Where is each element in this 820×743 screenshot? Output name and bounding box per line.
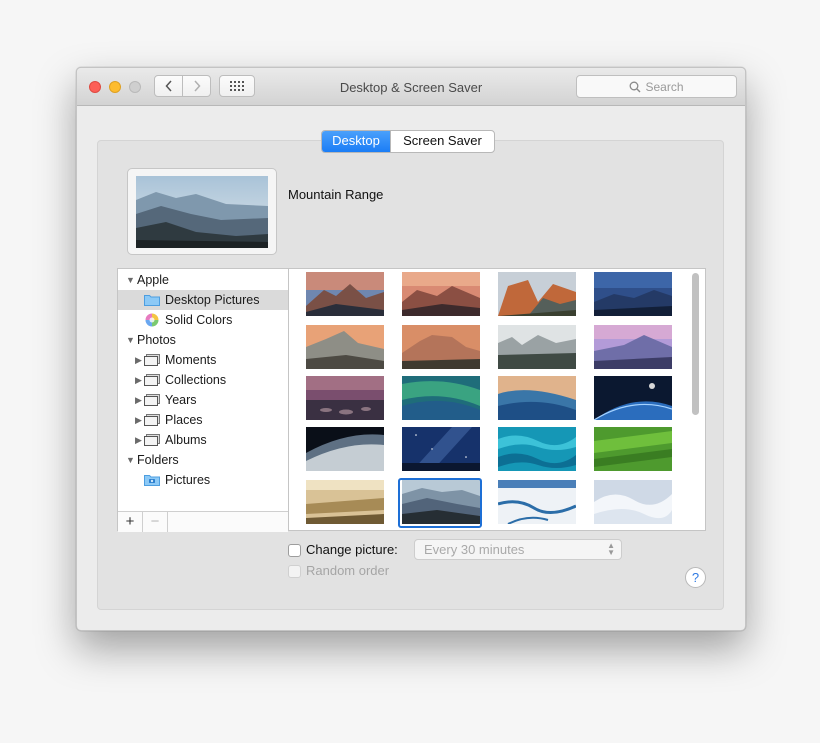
color-wheel-icon: [145, 313, 159, 327]
system-preferences-window: Desktop & Screen Saver Search Desktop Sc…: [76, 67, 746, 631]
search-field[interactable]: Search: [576, 75, 737, 98]
wallpaper-thumb[interactable]: [594, 325, 672, 369]
disclosure-closed-icon[interactable]: ▶: [135, 390, 142, 410]
sidebar-item-albums[interactable]: ▶ Albums: [118, 430, 288, 450]
sidebar-item-label: Pictures: [165, 473, 211, 487]
help-button[interactable]: ?: [685, 567, 706, 588]
group-label: Apple: [137, 273, 169, 287]
folder-icon: [144, 295, 160, 306]
group-photos[interactable]: ▼ Photos: [118, 330, 288, 350]
camera-folder-icon: [144, 475, 160, 486]
disclosure-closed-icon[interactable]: ▶: [135, 370, 142, 390]
tab-screen-saver[interactable]: Screen Saver: [390, 131, 494, 152]
search-icon: [630, 81, 641, 92]
sidebar-item-solid-colors[interactable]: Solid Colors: [118, 310, 288, 330]
wallpaper-thumb[interactable]: [498, 376, 576, 420]
search-placeholder: Search: [645, 79, 684, 94]
group-apple[interactable]: ▼ Apple: [118, 270, 288, 290]
sidebar-item-collections[interactable]: ▶ Collections: [118, 370, 288, 390]
disclosure-closed-icon[interactable]: ▶: [135, 430, 142, 450]
sidebar-item-label: Solid Colors: [165, 313, 233, 327]
random-order-checkbox[interactable]: [288, 565, 301, 578]
sidebar-item-years[interactable]: ▶ Years: [118, 390, 288, 410]
wallpaper-thumb[interactable]: [594, 272, 672, 316]
disclosure-open-icon[interactable]: ▼: [126, 270, 135, 290]
mountain-range-image: [136, 176, 268, 248]
sidebar-item-desktop-pictures[interactable]: Desktop Pictures: [118, 290, 288, 310]
wallpaper-thumb[interactable]: [402, 427, 480, 471]
disclosure-closed-icon[interactable]: ▶: [135, 350, 142, 370]
wallpaper-thumb[interactable]: [594, 376, 672, 420]
group-folders[interactable]: ▼ Folders: [118, 450, 288, 470]
photo-stack-icon: [144, 434, 160, 446]
sidebar-item-moments[interactable]: ▶ Moments: [118, 350, 288, 370]
tab-desktop[interactable]: Desktop: [322, 131, 390, 152]
interval-value: Every 30 minutes: [424, 542, 525, 557]
wallpaper-thumb[interactable]: [306, 325, 384, 369]
photo-stack-icon: [144, 354, 160, 366]
sidebar-item-pictures[interactable]: Pictures: [118, 470, 288, 490]
wallpaper-thumb[interactable]: [498, 325, 576, 369]
sidebar-item-label: Years: [165, 393, 197, 407]
tab-control: Desktop Screen Saver: [321, 130, 495, 153]
wallpaper-thumb[interactable]: [306, 480, 384, 524]
wallpaper-thumb[interactable]: [498, 427, 576, 471]
wallpaper-grid: [288, 268, 706, 531]
selected-wallpaper-outline: [398, 478, 482, 528]
scrollbar-thumb[interactable]: [692, 273, 699, 415]
sidebar-item-label: Albums: [165, 433, 207, 447]
disclosure-closed-icon[interactable]: ▶: [135, 410, 142, 430]
stepper-arrows-icon: ▲ ▼: [607, 541, 615, 557]
wallpaper-thumb[interactable]: [498, 480, 576, 524]
change-picture-checkbox[interactable]: [288, 544, 301, 557]
disclosure-open-icon[interactable]: ▼: [126, 330, 135, 350]
sidebar-item-places[interactable]: ▶ Places: [118, 410, 288, 430]
source-list: ▼ Apple Desktop Pictures Solid Colors ▼ …: [117, 268, 289, 532]
group-label: Folders: [137, 453, 179, 467]
wallpaper-thumb[interactable]: [402, 376, 480, 420]
wallpaper-thumb[interactable]: [402, 272, 480, 316]
wallpaper-thumb[interactable]: [498, 272, 576, 316]
title-bar: Desktop & Screen Saver Search: [77, 68, 745, 106]
add-folder-button[interactable]: +: [118, 512, 143, 532]
sidebar-item-label: Moments: [165, 353, 217, 367]
change-picture-label: Change picture:: [306, 542, 398, 557]
source-list-footer: + −: [118, 511, 288, 532]
disclosure-open-icon[interactable]: ▼: [126, 450, 135, 470]
photo-stack-icon: [144, 414, 160, 426]
interval-select[interactable]: Every 30 minutes ▲ ▼: [414, 539, 622, 560]
wallpaper-thumb[interactable]: [306, 376, 384, 420]
sidebar-item-label: Desktop Pictures: [165, 293, 260, 307]
sidebar-item-label: Collections: [165, 373, 227, 387]
photo-stack-icon: [144, 394, 160, 406]
current-wallpaper-preview: [127, 168, 277, 255]
wallpaper-thumb[interactable]: [402, 325, 480, 369]
sidebar-item-label: Places: [165, 413, 203, 427]
wallpaper-thumb[interactable]: [306, 272, 384, 316]
wallpaper-thumb[interactable]: [594, 480, 672, 524]
wallpaper-thumb[interactable]: [306, 427, 384, 471]
wallpaper-thumb[interactable]: [594, 427, 672, 471]
remove-folder-button[interactable]: −: [143, 512, 168, 532]
random-order-label: Random order: [306, 563, 390, 578]
photo-stack-icon: [144, 374, 160, 386]
group-label: Photos: [137, 333, 176, 347]
wallpaper-name: Mountain Range: [288, 187, 384, 202]
